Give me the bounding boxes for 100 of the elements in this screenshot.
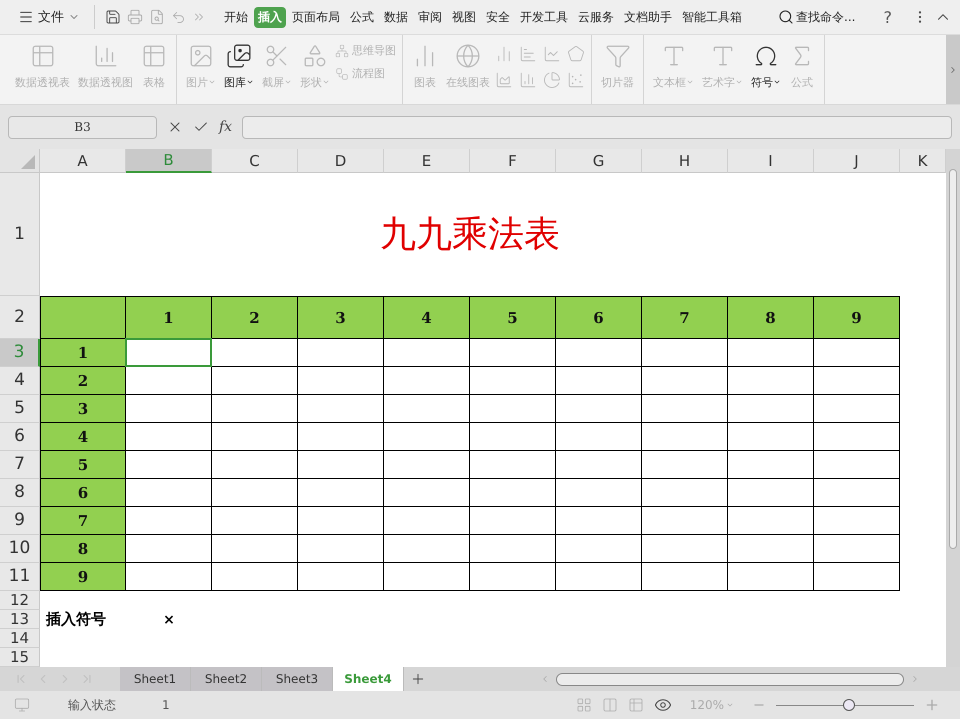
row-header[interactable]: 7 xyxy=(0,451,40,479)
table-cell[interactable] xyxy=(212,423,298,451)
column-header[interactable]: K xyxy=(900,149,946,173)
row-header[interactable]: 15 xyxy=(0,648,40,667)
name-box[interactable]: B3 xyxy=(8,116,157,138)
table-cell[interactable] xyxy=(384,479,470,507)
table-cell[interactable] xyxy=(814,507,900,535)
row-header[interactable]: 5 xyxy=(0,395,40,423)
table-cell[interactable] xyxy=(470,395,556,423)
table-cell[interactable] xyxy=(126,535,212,563)
row-header[interactable]: 11 xyxy=(0,563,40,591)
table-cell[interactable] xyxy=(384,339,470,367)
vertical-scrollbar[interactable] xyxy=(946,149,960,667)
row-header[interactable]: 9 xyxy=(0,507,40,535)
table-cell[interactable] xyxy=(298,339,384,367)
table-cell[interactable] xyxy=(126,395,212,423)
table-cell[interactable] xyxy=(126,479,212,507)
row-header[interactable]: 4 xyxy=(0,367,40,395)
table-cell[interactable] xyxy=(642,479,728,507)
table-cell[interactable] xyxy=(384,395,470,423)
menu-tab[interactable]: 数据 xyxy=(380,6,412,28)
table-cell[interactable] xyxy=(556,507,642,535)
table-cell[interactable] xyxy=(814,367,900,395)
table-cell[interactable] xyxy=(470,339,556,367)
menu-tab[interactable]: 视图 xyxy=(448,6,480,28)
column-header[interactable]: A xyxy=(40,149,126,173)
table-cell[interactable] xyxy=(814,395,900,423)
table-cell[interactable] xyxy=(384,451,470,479)
table-cell[interactable] xyxy=(470,367,556,395)
table-cell[interactable] xyxy=(556,535,642,563)
menu-tab[interactable]: 云服务 xyxy=(574,6,618,28)
table-cell[interactable] xyxy=(728,563,814,591)
table-cell[interactable] xyxy=(384,563,470,591)
table-cell[interactable] xyxy=(556,479,642,507)
row-header[interactable]: 10 xyxy=(0,535,40,563)
formula-input[interactable] xyxy=(242,116,952,138)
table-cell[interactable] xyxy=(728,451,814,479)
menu-tab[interactable]: 审阅 xyxy=(414,6,446,28)
table-cell[interactable] xyxy=(728,423,814,451)
table-cell[interactable] xyxy=(212,451,298,479)
table-cell[interactable] xyxy=(642,423,728,451)
table-cell[interactable] xyxy=(642,507,728,535)
table-cell[interactable] xyxy=(470,479,556,507)
table-cell[interactable] xyxy=(212,479,298,507)
table-cell[interactable] xyxy=(298,535,384,563)
column-header[interactable]: J xyxy=(814,149,900,173)
search-commands[interactable]: 查找命令... xyxy=(772,8,862,26)
table-cell[interactable] xyxy=(642,339,728,367)
menu-tab[interactable]: 智能工具箱 xyxy=(678,6,746,28)
table-cell[interactable] xyxy=(126,563,212,591)
row-header[interactable]: 12 xyxy=(0,591,40,610)
table-cell[interactable] xyxy=(298,451,384,479)
table-cell[interactable] xyxy=(814,563,900,591)
row-header[interactable]: 1 xyxy=(0,173,40,296)
table-cell[interactable] xyxy=(814,535,900,563)
menu-tab[interactable]: 文档助手 xyxy=(620,6,676,28)
table-cell[interactable] xyxy=(470,451,556,479)
input-mode-icon[interactable] xyxy=(14,697,30,713)
table-cell[interactable] xyxy=(814,423,900,451)
table-cell[interactable] xyxy=(126,507,212,535)
row-header[interactable]: 2 xyxy=(0,296,40,339)
selected-cell[interactable] xyxy=(125,338,212,367)
table-cell[interactable] xyxy=(212,367,298,395)
sheet-tab[interactable]: Sheet2 xyxy=(191,667,262,691)
table-cell[interactable] xyxy=(814,339,900,367)
function-button[interactable]: fx xyxy=(219,119,232,135)
table-cell[interactable] xyxy=(642,395,728,423)
table-cell[interactable] xyxy=(814,451,900,479)
column-header[interactable]: H xyxy=(642,149,728,173)
column-header[interactable]: I xyxy=(728,149,814,173)
column-header[interactable]: F xyxy=(470,149,556,173)
ribbon-button[interactable]: 符号 xyxy=(748,41,784,92)
table-cell[interactable] xyxy=(556,451,642,479)
menu-tab[interactable]: 安全 xyxy=(482,6,514,28)
table-cell[interactable] xyxy=(642,367,728,395)
table-cell[interactable] xyxy=(470,423,556,451)
table-cell[interactable] xyxy=(470,507,556,535)
sheet-tab[interactable]: Sheet3 xyxy=(262,667,333,691)
table-cell[interactable] xyxy=(556,367,642,395)
table-cell[interactable] xyxy=(642,563,728,591)
menu-tab[interactable]: 开发工具 xyxy=(516,6,572,28)
column-header[interactable]: C xyxy=(212,149,298,173)
horizontal-scrollbar[interactable] xyxy=(556,672,904,686)
table-cell[interactable] xyxy=(728,507,814,535)
table-cell[interactable] xyxy=(126,423,212,451)
table-cell[interactable] xyxy=(556,563,642,591)
column-header[interactable]: E xyxy=(384,149,470,173)
table-cell[interactable] xyxy=(212,563,298,591)
sheet-tab[interactable]: Sheet1 xyxy=(120,667,191,691)
table-cell[interactable] xyxy=(212,339,298,367)
table-cell[interactable] xyxy=(126,451,212,479)
menu-tab[interactable]: 公式 xyxy=(346,6,378,28)
zoom-slider-thumb[interactable] xyxy=(843,698,856,710)
table-cell[interactable] xyxy=(298,395,384,423)
row-header[interactable]: 14 xyxy=(0,629,40,648)
table-cell[interactable] xyxy=(212,535,298,563)
table-cell[interactable] xyxy=(728,479,814,507)
row-header[interactable]: 13 xyxy=(0,610,40,629)
table-cell[interactable] xyxy=(298,423,384,451)
table-cell[interactable] xyxy=(814,479,900,507)
